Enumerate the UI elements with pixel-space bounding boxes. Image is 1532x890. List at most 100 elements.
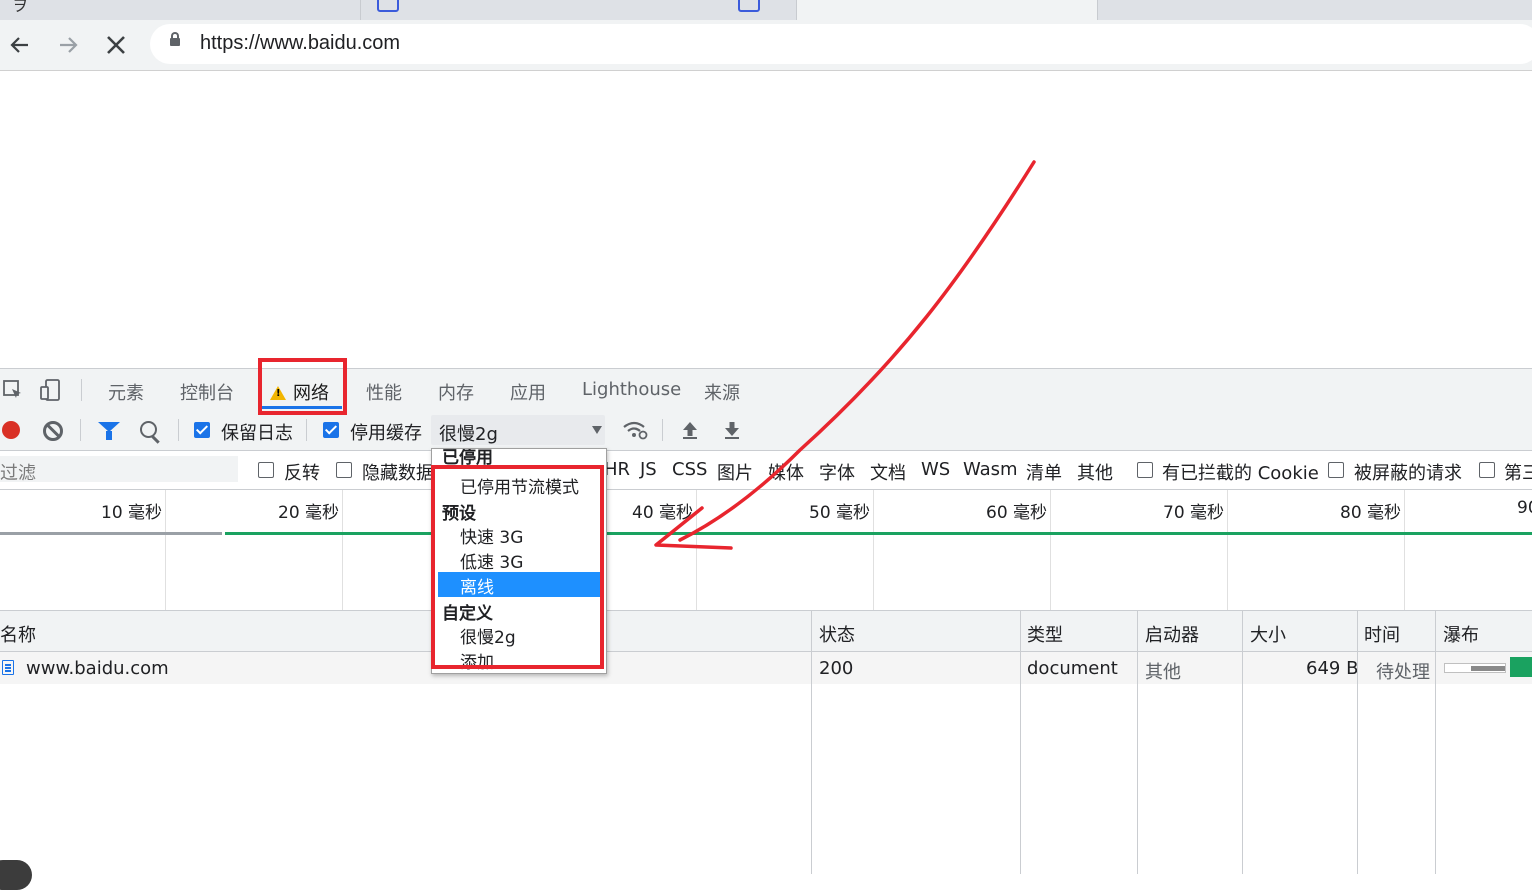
column-header-time[interactable]: 时间	[1364, 621, 1400, 647]
tab-strip: ヲ	[0, 0, 1532, 20]
column-header-initiator[interactable]: 启动器	[1145, 621, 1199, 647]
record-button[interactable]	[2, 421, 20, 439]
browser-tab[interactable]	[722, 0, 792, 20]
request-type: document	[1027, 658, 1118, 679]
column-divider[interactable]	[1357, 611, 1358, 874]
blocked-cookies-checkbox[interactable]	[1137, 462, 1153, 478]
back-button[interactable]	[0, 20, 40, 70]
stop-button[interactable]	[96, 20, 136, 70]
filter-type-ws[interactable]: WS	[921, 459, 950, 480]
preserve-log-checkbox[interactable]	[194, 422, 210, 438]
forward-button[interactable]	[48, 20, 88, 70]
tab-console[interactable]: 控制台	[180, 379, 234, 405]
window-menu-icon: ヲ	[12, 0, 29, 15]
invert-label: 反转	[284, 463, 320, 484]
filter-type-img[interactable]: 图片	[717, 459, 753, 485]
document-icon	[2, 660, 14, 675]
timeline-tick-label: 80 毫秒	[1340, 503, 1402, 523]
devtools-tab-bar: 元素 控制台 网络 性能 内存 应用 Lighthouse 来源	[0, 369, 1532, 411]
filter-placeholder: 过滤	[0, 463, 36, 484]
column-header-type[interactable]: 类型	[1027, 621, 1063, 647]
hide-data-urls-checkbox[interactable]	[336, 462, 352, 478]
annotation-dropdown-highlight	[431, 465, 604, 669]
filter-type-js[interactable]: JS	[640, 459, 657, 480]
column-divider[interactable]	[1020, 611, 1021, 874]
separator	[306, 419, 307, 441]
request-time: 待处理	[1376, 662, 1430, 683]
address-bar[interactable]: https://www.baidu.com	[150, 24, 1532, 64]
timeline-tick-label: 90	[1517, 498, 1532, 518]
request-status: 200	[819, 658, 854, 679]
browser-tab-active[interactable]	[796, 0, 1098, 20]
column-divider[interactable]	[1242, 611, 1243, 874]
column-header-waterfall[interactable]: 瀑布	[1443, 621, 1479, 647]
corner-blob	[0, 860, 32, 890]
browser-tab[interactable]	[360, 0, 721, 20]
table-row[interactable]: www.baidu.com 200 document 其他 649 B 待处理	[0, 652, 1532, 684]
filter-type-xhr[interactable]: HR	[604, 459, 630, 480]
filter-type-font[interactable]: 字体	[819, 459, 855, 485]
column-header-name[interactable]: 名称	[0, 621, 36, 647]
blocked-requests-checkbox[interactable]	[1328, 462, 1344, 478]
filter-type-doc[interactable]: 文档	[870, 459, 906, 485]
waterfall-download-bar	[1510, 657, 1532, 677]
request-name[interactable]: www.baidu.com	[26, 658, 169, 679]
filter-type-other[interactable]: 其他	[1077, 459, 1113, 485]
tab-performance[interactable]: 性能	[366, 379, 402, 405]
timeline-tick-label: 40 毫秒	[632, 503, 694, 523]
filter-type-media[interactable]: 媒体	[768, 459, 804, 485]
filter-icon[interactable]	[98, 422, 120, 440]
blocked-cookies-label: 有已拦截的 Cookie	[1162, 463, 1319, 484]
chevron-down-icon	[592, 426, 602, 434]
tab-application[interactable]: 应用	[510, 379, 546, 405]
annotation-network-tab-highlight	[258, 358, 347, 415]
timeline-download-bar	[225, 532, 1532, 535]
filter-type-css[interactable]: CSS	[672, 459, 707, 480]
search-icon[interactable]	[140, 421, 157, 438]
throttling-select[interactable]: 很慢2g	[431, 415, 605, 445]
column-divider[interactable]	[1435, 611, 1436, 874]
filter-type-manifest[interactable]: 清单	[1026, 459, 1062, 485]
device-toolbar-icon[interactable]	[40, 379, 62, 401]
column-header-size[interactable]: 大小	[1250, 621, 1286, 647]
favicon-icon	[377, 0, 399, 12]
disable-cache-label: 停用缓存	[350, 423, 422, 444]
separator	[81, 379, 82, 401]
third-party-checkbox[interactable]	[1479, 462, 1495, 478]
column-header-status[interactable]: 状态	[819, 621, 855, 647]
url-text[interactable]: https://www.baidu.com	[200, 32, 400, 55]
tab-memory[interactable]: 内存	[438, 379, 474, 405]
filter-bar: 过滤 反转 隐藏数据 HR JS CSS 图片 媒体 字体 文档 WS Wasm…	[0, 451, 1532, 490]
invert-checkbox[interactable]	[258, 462, 274, 478]
tab-lighthouse[interactable]: Lighthouse	[582, 379, 681, 400]
browser-toolbar: https://www.baidu.com	[0, 20, 1532, 71]
export-har-icon[interactable]	[723, 420, 741, 440]
preserve-log-label: 保留日志	[221, 423, 293, 444]
timeline-gridline	[1404, 490, 1405, 610]
timeline-gridline	[1227, 490, 1228, 610]
column-divider[interactable]	[1137, 611, 1138, 874]
filter-type-wasm[interactable]: Wasm	[963, 459, 1018, 480]
timeline-tick-label: 10 毫秒	[101, 503, 163, 523]
disable-cache-checkbox[interactable]	[323, 422, 339, 438]
separator	[662, 419, 663, 441]
timeline-tick-label: 20 毫秒	[278, 503, 340, 523]
request-size: 649 B	[1306, 658, 1359, 679]
import-har-icon[interactable]	[681, 420, 699, 440]
inspect-element-icon[interactable]	[2, 379, 24, 401]
favicon-icon	[738, 0, 760, 12]
timeline-overview[interactable]: 10 毫秒 20 毫秒 40 毫秒 50 毫秒 60 毫秒 70 毫秒 80 毫…	[0, 490, 1532, 611]
close-icon	[107, 36, 125, 54]
timeline-waiting-bar	[0, 532, 222, 535]
network-toolbar: 保留日志 停用缓存 很慢2g	[0, 410, 1532, 451]
timeline-gridline	[696, 490, 697, 610]
tab-elements[interactable]: 元素	[108, 379, 144, 405]
timeline-gridline	[873, 490, 874, 610]
tab-sources[interactable]: 来源	[704, 379, 740, 405]
network-conditions-icon[interactable]	[622, 420, 648, 440]
clear-icon[interactable]	[43, 421, 63, 441]
arrow-left-icon	[10, 37, 28, 53]
throttling-value: 很慢2g	[439, 424, 498, 445]
column-divider[interactable]	[811, 611, 812, 874]
timeline-tick-label: 50 毫秒	[809, 503, 871, 523]
